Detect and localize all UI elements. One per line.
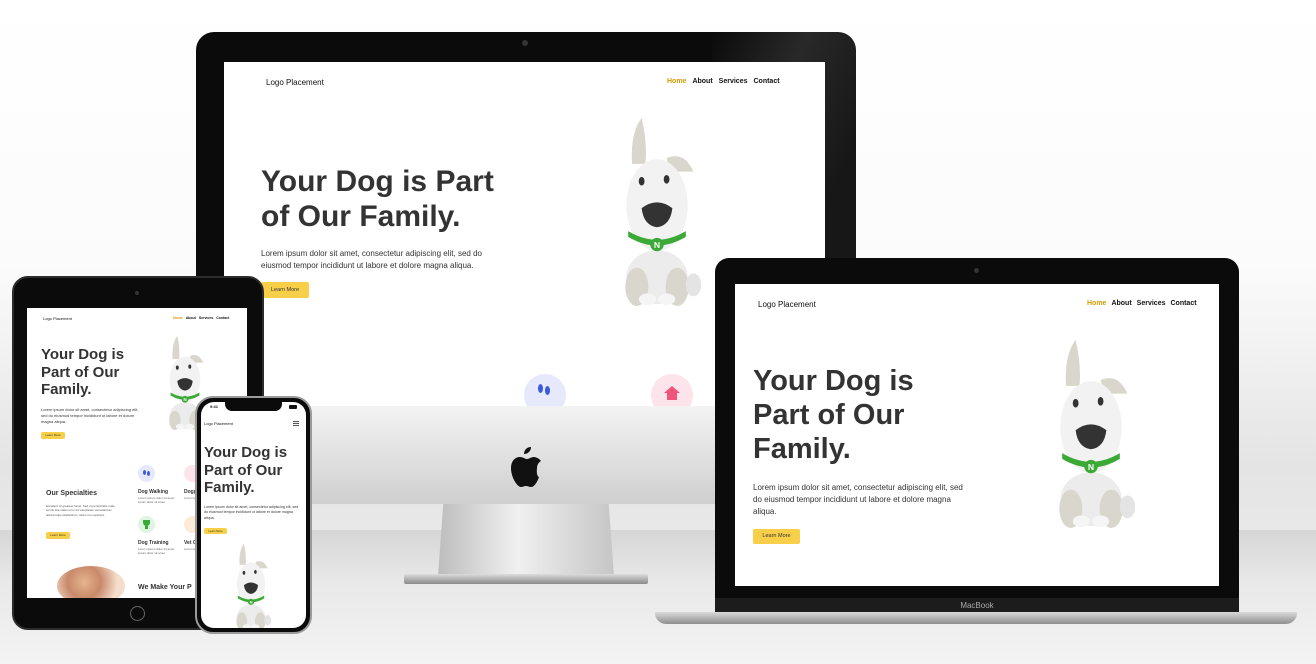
site-logo[interactable]: Logo Placement [758, 300, 816, 309]
house-icon [651, 374, 693, 406]
hero-text-line: do eiusmod tempor incididunt ut labore e… [753, 495, 951, 504]
hero-text-line: Lorem ipsum dolor sit amet, consectetur … [753, 483, 963, 492]
hero-title-line: Part of Our [753, 399, 905, 432]
hero-text-line: Lorem ipsum dolor sit amet, consectetur … [261, 249, 482, 258]
hero-title: Your Dog is Part of Our Family. [261, 164, 494, 235]
hero-title-line: Your Dog is Part [261, 165, 494, 198]
phone-screen: 9:41 Logo Placement Your Dog is Part of … [201, 402, 306, 628]
service-text: Lorem ipsum dolor sit amet ipsum dolor s… [138, 547, 175, 555]
hero-title-line: Your Dog is [753, 365, 914, 397]
hero-title-line: Part of Our [204, 461, 283, 479]
dog-illustration [1043, 336, 1139, 528]
hero-title-line: Your Dog is [41, 346, 125, 363]
nav-services[interactable]: Services [199, 316, 213, 320]
hero-title: Your Dog is Part of Our Family. [753, 364, 914, 467]
hero-text: Lorem ipsum dolor sit amet, consectetur … [261, 248, 482, 272]
hero-title-line: Family. [753, 433, 851, 466]
apple-logo-icon [508, 446, 544, 488]
imac-stand-base [404, 574, 648, 584]
site-nav: Home About Services Contact [1087, 300, 1197, 307]
nav-home[interactable]: Home [667, 78, 686, 85]
specialties-title: Our Specialties [46, 490, 97, 497]
hero-title-line: Your Dog is [204, 444, 288, 461]
hero-title-line: of Our Family. [261, 200, 461, 234]
hero-text: Lorem ipsum dolor sit amet, consectetur … [753, 482, 963, 518]
hero-text-line: eiusmod tempor incididunt ut labore et d… [261, 261, 474, 270]
imac-camera-icon [522, 40, 528, 46]
site-logo[interactable]: Logo Placement [266, 78, 324, 87]
learn-more-button[interactable]: Learn More [41, 432, 65, 439]
hero-title: Your Dog is Part of Our Family. [41, 346, 124, 399]
learn-more-button[interactable]: Learn More [261, 282, 309, 298]
learn-more-button[interactable]: Learn More [204, 528, 227, 534]
hero-title-line: Part of Our [41, 363, 120, 381]
nav-contact[interactable]: Contact [753, 78, 779, 85]
laptop-brand: MacBook [960, 601, 994, 610]
phone-notch [225, 402, 282, 411]
footprint-icon [524, 374, 566, 406]
service-name: Dog Training [138, 540, 169, 546]
hero-text: Lorem ipsum dolor sit amet, consectetur … [41, 407, 139, 424]
hero-title-line: Family. [41, 381, 92, 399]
dog-illustration [229, 542, 273, 628]
service-name: Dog Walking [138, 489, 169, 495]
tablet-camera-icon [135, 291, 139, 295]
site-logo[interactable]: Logo Placement [43, 316, 72, 321]
laptop-base [655, 612, 1297, 624]
specialties-button[interactable]: Learn More [46, 532, 70, 539]
make-your-title: We Make Your P [138, 584, 192, 591]
laptop-screen: Logo Placement Home About Services Conta… [735, 284, 1219, 586]
hamburger-menu-icon[interactable] [293, 421, 299, 426]
nav-contact[interactable]: Contact [216, 316, 229, 320]
specialties-text: Excellent of greatest focus. Sed ut pers… [46, 504, 115, 517]
imac-stand [438, 504, 614, 576]
nav-home[interactable]: Home [1087, 300, 1106, 307]
hero-title: Your Dog is Part of Our Family. [204, 444, 287, 497]
nav-services[interactable]: Services [719, 78, 748, 85]
laptop-camera-icon [974, 268, 979, 273]
footprint-icon [138, 465, 155, 482]
site-nav: Home About Services Contact [173, 316, 229, 320]
nav-contact[interactable]: Contact [1170, 300, 1196, 307]
nav-services[interactable]: Services [1137, 300, 1166, 307]
tablet-home-button[interactable] [130, 606, 145, 621]
phone-status-time: 9:41 [210, 404, 219, 409]
nav-about[interactable]: About [1111, 300, 1131, 307]
nav-home[interactable]: Home [173, 316, 183, 320]
hero-text: Lorem ipsum dolor sit amet, consectetur … [204, 505, 299, 520]
nav-about[interactable]: About [186, 316, 196, 320]
hero-text-line: aliqua. [753, 507, 777, 516]
person-with-dog-photo [57, 566, 125, 598]
site-logo[interactable]: Logo Placement [204, 421, 233, 426]
dog-illustration [609, 114, 705, 306]
service-text: Lorem ipsum dolor sit amet ipsum dolor s… [138, 496, 175, 504]
learn-more-button[interactable]: Learn More [753, 529, 800, 544]
trophy-icon [138, 516, 155, 533]
hero-title-line: Family. [204, 479, 255, 497]
battery-icon [289, 405, 297, 409]
nav-about[interactable]: About [692, 78, 712, 85]
site-nav: Home About Services Contact [667, 78, 780, 85]
